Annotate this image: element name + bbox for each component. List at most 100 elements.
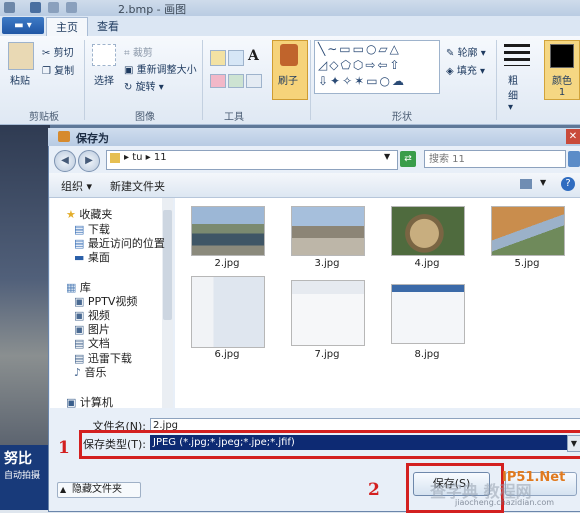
paint-menu-button[interactable]: ▬ ▾: [2, 17, 44, 34]
color1-label: 颜色 1: [552, 76, 572, 98]
star-icon: ★: [66, 208, 80, 221]
address-dropdown-icon[interactable]: ▼: [384, 152, 390, 161]
crop-button[interactable]: ⌗ 裁剪: [124, 44, 153, 59]
paste-icon[interactable]: [8, 42, 34, 70]
search-input[interactable]: [424, 150, 566, 168]
back-button[interactable]: ◀: [54, 150, 76, 172]
pencil-icon[interactable]: [210, 50, 226, 66]
close-icon: ✕: [568, 131, 578, 142]
nav-documents[interactable]: ▤ 文档: [74, 335, 110, 351]
file-thumbnail[interactable]: [391, 206, 465, 256]
highlight-box-filetype: [79, 430, 580, 459]
file-name[interactable]: 7.jpg: [287, 349, 367, 360]
resize-button[interactable]: ▣ 重新调整大小: [124, 61, 197, 76]
rotate-icon: ↻: [124, 82, 136, 93]
title-bar: [0, 0, 580, 16]
file-thumbnail[interactable]: [291, 206, 365, 256]
fill-bucket-icon[interactable]: [228, 50, 244, 66]
file-name[interactable]: 5.jpg: [487, 258, 567, 269]
crop-icon: ⌗: [124, 48, 133, 59]
view-options-icon[interactable]: [520, 179, 532, 189]
ribbon-separator: [496, 40, 497, 120]
rotate-button[interactable]: ↻ 旋转 ▾: [124, 78, 164, 93]
copy-icon: ❐: [42, 66, 55, 77]
close-button[interactable]: ✕: [566, 129, 580, 144]
folder-icon: [110, 153, 120, 163]
ribbon-separator: [84, 40, 85, 120]
tab-home[interactable]: 主页: [46, 17, 88, 37]
document-icon: ▤: [74, 337, 88, 350]
help-icon[interactable]: ?: [561, 177, 575, 191]
arrow-right-icon: ▶: [85, 155, 93, 166]
select-icon[interactable]: [92, 44, 116, 66]
file-thumbnail[interactable]: [291, 280, 365, 346]
text-tool-icon[interactable]: A: [248, 48, 259, 64]
outline-button[interactable]: ✎ 轮廓 ▾: [446, 44, 486, 59]
step-marker-1: 1: [58, 438, 70, 458]
nav-desktop[interactable]: ▬ 桌面: [74, 249, 110, 265]
image-group-label: 图像: [135, 112, 155, 123]
color-picker-icon[interactable]: [228, 74, 244, 88]
paste-button[interactable]: 粘贴: [10, 72, 30, 87]
cut-icon: ✂: [42, 48, 54, 59]
tab-view[interactable]: 查看: [88, 17, 128, 36]
nav-music[interactable]: ♪ 音乐: [74, 364, 107, 380]
dialog-title-bar: [48, 128, 580, 146]
search-icon[interactable]: [568, 151, 580, 167]
fill-button[interactable]: ◈ 填充 ▾: [446, 62, 485, 77]
banner-subtext: 自动拍摄: [4, 471, 41, 481]
ribbon-separator: [202, 40, 203, 120]
cut-button[interactable]: ✂ 剪切: [42, 44, 74, 59]
window-title: 2.bmp - 画图: [118, 3, 187, 16]
paint-app-icon: [4, 2, 15, 13]
file-name[interactable]: 3.jpg: [287, 258, 367, 269]
resize-icon: ▣: [124, 65, 137, 76]
eraser-icon[interactable]: [210, 74, 226, 88]
view-dropdown-icon[interactable]: ▼: [540, 178, 546, 187]
shapes-row-2[interactable]: ◿◇⬠⬡⇨⇦⇧: [318, 58, 402, 72]
forward-button[interactable]: ▶: [78, 150, 100, 172]
music-icon: ♪: [74, 366, 85, 379]
shapes-row-3[interactable]: ⇩✦✧✶▭○☁: [318, 74, 406, 88]
refresh-icon: ⇄: [404, 154, 412, 164]
size-icon[interactable]: [504, 44, 530, 66]
redo-icon[interactable]: [66, 2, 77, 13]
file-thumbnail[interactable]: [491, 206, 565, 256]
refresh-button[interactable]: ⇄: [400, 151, 416, 167]
address-path[interactable]: ▸ tu ▸ 11: [124, 152, 167, 163]
undo-icon[interactable]: [48, 2, 59, 13]
ribbon-separator: [310, 40, 311, 120]
file-name[interactable]: 6.jpg: [187, 349, 267, 360]
nav-favorites[interactable]: ★ 收藏夹: [66, 206, 112, 222]
dialog-title: 保存为: [76, 132, 109, 145]
select-button[interactable]: 选择: [94, 72, 114, 87]
size-button[interactable]: 粗细 ▾: [508, 72, 526, 113]
hide-folders-button[interactable]: 隐藏文件夹: [57, 482, 141, 498]
copy-button[interactable]: ❐ 复制: [42, 62, 74, 77]
paint-app-icon: [58, 131, 70, 142]
file-thumbnail[interactable]: [191, 276, 265, 348]
arrow-left-icon: ◀: [61, 155, 69, 166]
save-quick-icon[interactable]: [30, 2, 41, 13]
shapes-row-1[interactable]: ╲∼▭▭○▱△: [318, 42, 401, 56]
file-name[interactable]: 2.jpg: [187, 258, 267, 269]
file-thumbnail[interactable]: [191, 206, 265, 256]
shapes-group-label: 形状: [392, 112, 412, 123]
scrollbar-thumb[interactable]: [163, 210, 172, 320]
watermark-url: jiaocheng.chazidian.com: [455, 498, 555, 507]
fill-icon: ◈: [446, 66, 457, 77]
file-name[interactable]: 4.jpg: [387, 258, 467, 269]
magnifier-icon[interactable]: [246, 74, 262, 88]
organize-button[interactable]: 组织 ▾: [61, 178, 92, 194]
desktop-icon: ▬: [74, 251, 88, 264]
clipboard-group-label: 剪贴板: [29, 112, 59, 123]
file-name[interactable]: 8.jpg: [387, 349, 467, 360]
color1-swatch: [550, 44, 574, 68]
new-folder-button[interactable]: 新建文件夹: [110, 178, 165, 194]
file-thumbnail[interactable]: [391, 284, 465, 344]
tools-group-label: 工具: [224, 112, 244, 123]
brushes-label: 刷子: [278, 76, 298, 87]
banner-text: 努比: [4, 451, 32, 467]
outline-icon: ✎: [446, 48, 458, 59]
chevron-up-icon: ▲: [60, 485, 67, 494]
